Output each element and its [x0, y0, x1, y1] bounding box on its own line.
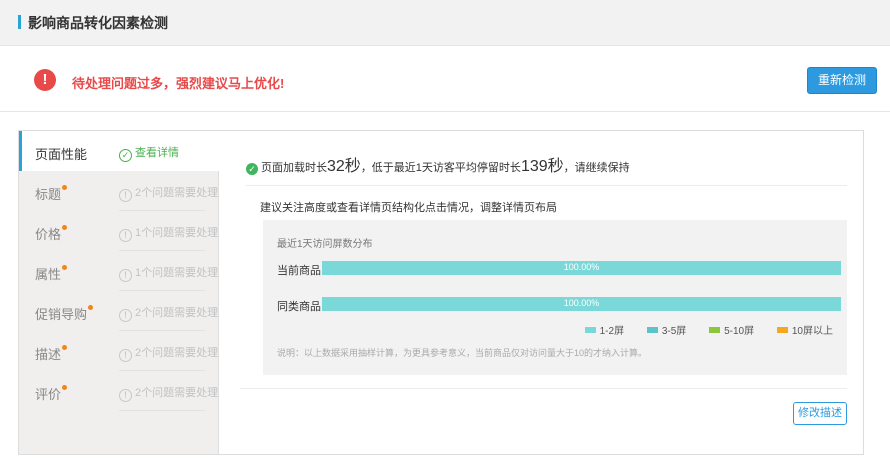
bar-value-label: 100.00% [563, 262, 600, 272]
issue-count: ! 2个问题需要处理 [119, 344, 218, 362]
advice-text: 建议关注高度或查看详情页结构化点击情况，调整详情页布局 [260, 202, 557, 214]
legend-item: 10屏以上 [776, 322, 833, 337]
sidebar-item-attributes[interactable]: 属性 ! 1个问题需要处理 [19, 251, 219, 291]
alert-banner: ! 待处理问题过多，强烈建议马上优化! 重新检测 [0, 46, 890, 112]
sidebar-item-page-performance[interactable]: 页面性能 ✓ 查看详情 [19, 131, 220, 171]
view-details-link[interactable]: ✓ 查看详情 [119, 144, 179, 162]
alert-message: 待处理问题过多，强烈建议马上优化! [72, 76, 285, 91]
info-circle-icon: ! [119, 229, 132, 242]
check-circle-icon: ✓ [246, 163, 258, 175]
sidebar-item-reviews[interactable]: 评价 ! 2个问题需要处理 [19, 371, 219, 411]
check-circle-icon: ✓ [119, 149, 132, 162]
chart-legend: 1-2屏 3-5屏 5-10屏 10屏以上 [565, 322, 833, 337]
page-title: 影响商品转化因素检测 [28, 15, 168, 31]
load-time-value: 32秒 [327, 158, 361, 175]
sidebar-item-label: 页面性能 [35, 147, 88, 162]
info-circle-icon: ! [119, 349, 132, 362]
info-circle-icon: ! [119, 189, 132, 202]
legend-item: 3-5屏 [646, 322, 686, 337]
divider [119, 410, 205, 411]
info-circle-icon: ! [119, 309, 132, 322]
sidebar-item-description[interactable]: 描述 ! 2个问题需要处理 [19, 331, 219, 371]
issue-count: ! 2个问题需要处理 [119, 184, 218, 202]
sidebar-item-label: 评价 [35, 384, 68, 403]
divider [240, 388, 847, 389]
title-accent-bar [18, 15, 21, 29]
legend-swatch [584, 327, 596, 333]
legend-swatch [709, 327, 721, 333]
bar-row-current: 当前商品 100.00% [277, 260, 841, 277]
detail-content: ✓ 页面加载时长32秒，低于最近1天访客平均停留时长139秒，请继续保持 建议关注… [220, 131, 863, 454]
sidebar-item-promotion[interactable]: 促销导购 ! 2个问题需要处理 [19, 291, 219, 331]
bar-label: 当前商品 [277, 265, 321, 277]
performance-summary: ✓ 页面加载时长32秒，低于最近1天访客平均停留时长139秒，请继续保持 [246, 152, 630, 176]
edit-description-button[interactable]: 修改描述 [793, 402, 847, 425]
sidebar-item-price[interactable]: 价格 ! 1个问题需要处理 [19, 211, 219, 251]
unread-dot-icon [62, 345, 68, 350]
bar-track: 100.00% [322, 261, 841, 275]
sidebar-item-label: 价格 [35, 224, 68, 243]
sidebar: 页面性能 ✓ 查看详情 标题 ! 2个问题需要处理 价格 ! 1个问题需要处理 属性 … [19, 131, 220, 454]
info-circle-icon: ! [119, 389, 132, 402]
unread-dot-icon [62, 385, 68, 390]
bar-row-similar: 同类商品 100.00% [277, 296, 841, 313]
chart-note: 说明：以上数据采用抽样计算，为更具参考意义，当前商品仅对访问量大于10的才纳入计… [277, 348, 648, 358]
bar-value-label: 100.00% [563, 298, 600, 308]
stay-time-value: 139秒 [520, 158, 564, 175]
legend-item: 5-10屏 [709, 322, 754, 337]
sidebar-item-label: 属性 [35, 264, 68, 283]
bar-track: 100.00% [322, 297, 841, 311]
unread-dot-icon [62, 185, 68, 190]
issue-count: ! 2个问题需要处理 [119, 304, 218, 322]
unread-dot-icon [62, 265, 68, 270]
issue-count: ! 1个问题需要处理 [119, 224, 218, 242]
warning-icon: ! [34, 69, 56, 91]
sidebar-item-title[interactable]: 标题 ! 2个问题需要处理 [19, 171, 219, 211]
recheck-button[interactable]: 重新检测 [807, 67, 877, 94]
issue-count: ! 1个问题需要处理 [119, 264, 218, 282]
info-circle-icon: ! [119, 269, 132, 282]
legend-swatch [776, 327, 788, 333]
sidebar-item-label: 描述 [35, 344, 68, 363]
issue-count: ! 2个问题需要处理 [119, 384, 218, 402]
sidebar-item-label: 促销导购 [35, 304, 94, 323]
detection-panel: 页面性能 ✓ 查看详情 标题 ! 2个问题需要处理 价格 ! 1个问题需要处理 属性 … [18, 130, 864, 455]
unread-dot-icon [88, 305, 94, 310]
bar-label: 同类商品 [277, 301, 321, 313]
chart-title: 最近1天访问屏数分布 [277, 239, 373, 250]
screen-distribution-chart: 最近1天访问屏数分布 当前商品 100.00% 同类商品 100.00% 1-2… [263, 220, 847, 375]
legend-item: 1-2屏 [584, 322, 624, 337]
legend-swatch [646, 327, 658, 333]
divider [246, 185, 847, 186]
page-header: 影响商品转化因素检测 [0, 0, 890, 46]
sidebar-item-label: 标题 [35, 184, 68, 203]
unread-dot-icon [62, 225, 68, 230]
